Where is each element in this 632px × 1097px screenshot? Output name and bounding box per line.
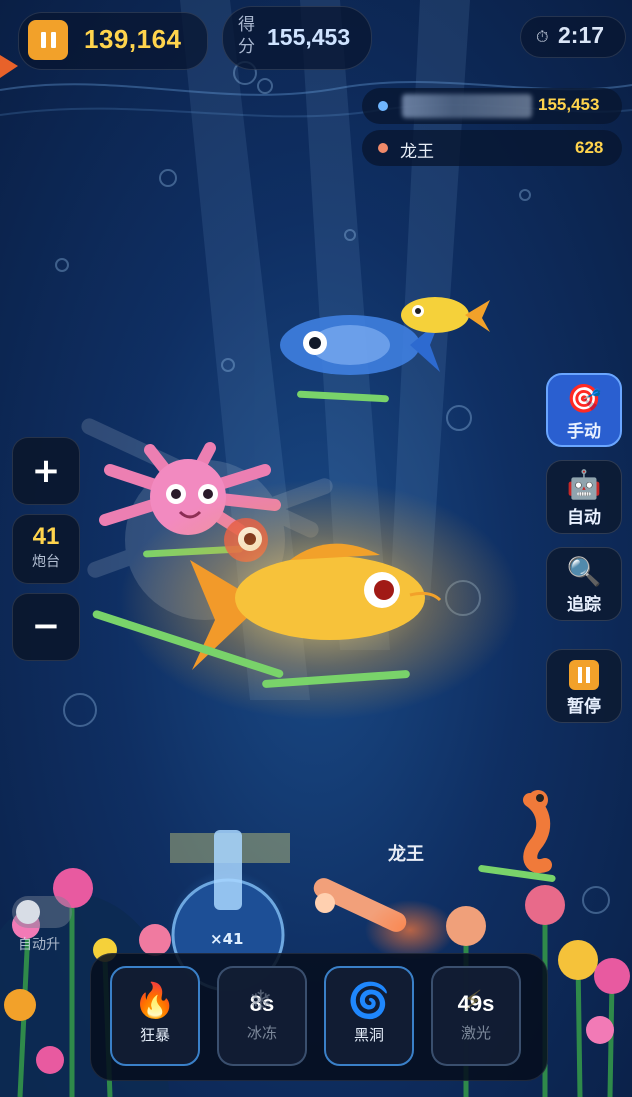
snowflake-icon: ❄ [249,984,273,1017]
leaderboard-name: 龙王 [400,142,434,162]
cannon-decrease-button[interactable]: − [12,593,80,661]
fire-icon: 🔥 [133,981,177,1021]
cannon-multiplier: ×41 [210,930,244,948]
skill-frenzy-button[interactable]: 🔥 狂暴 [110,966,200,1066]
lightning-icon: ⚡ [463,984,483,1017]
auto-upgrade-label: 自动升 [18,937,60,953]
timer-value: 2:17 [558,22,605,48]
toggle-knob[interactable] [16,900,40,924]
skill-freeze-button[interactable]: 8s 冰冻 ❄ [217,966,307,1066]
score-label: 得分 [238,15,255,57]
auto-mode-label: 自动 [567,508,601,528]
leaderboard-score: 628 [575,138,604,157]
auto-mode-button[interactable]: 🤖 自动 [546,460,622,534]
skill-laser-button[interactable]: 49s 激光 ⚡ [431,966,521,1066]
cannon-increase-button[interactable]: + [12,437,80,505]
vortex-icon: 🌀 [347,981,391,1021]
cannon-label: 炮台 [32,554,60,570]
player-dot-icon [378,101,388,111]
skill-label: 激光 [460,1024,491,1042]
track-mode-label: 追踪 [567,595,601,615]
pause-icon [40,32,56,48]
player-avatar [402,94,532,118]
seahorse [478,790,556,882]
player-name-tag: 龙王 [388,844,424,865]
track-mode-button[interactable]: 🔍 追踪 [546,547,622,621]
score-value: 155,453 [267,24,351,50]
cannon-level-panel: 41 炮台 [12,514,80,584]
stopwatch-icon: ⏱ [536,27,549,46]
manual-mode-button[interactable]: 🎯 手动 [546,373,622,447]
cannon-level: 41 [32,523,60,550]
skill-label: 黑洞 [353,1026,384,1044]
robot-icon: 🤖 [566,468,602,501]
coin-value: 139,164 [84,24,182,54]
search-icon: 🔍 [566,555,602,588]
skill-label: 冰冻 [246,1024,277,1042]
pause-icon [547,658,621,690]
shrimp [313,878,455,960]
skill-label: 狂暴 [139,1026,170,1044]
skill-blackhole-button[interactable]: 🌀 黑洞 [324,966,414,1066]
leaderboard-score: 155,453 [538,95,600,114]
pause-button[interactable] [28,20,68,60]
starfish [0,55,18,78]
pause-game-button[interactable]: 暂停 [546,649,622,723]
yellow-fish [401,297,490,333]
player-dot-icon [378,143,388,153]
pause-game-label: 暂停 [567,697,601,717]
target-icon: 🎯 [566,382,602,415]
manual-mode-label: 手动 [567,422,601,442]
